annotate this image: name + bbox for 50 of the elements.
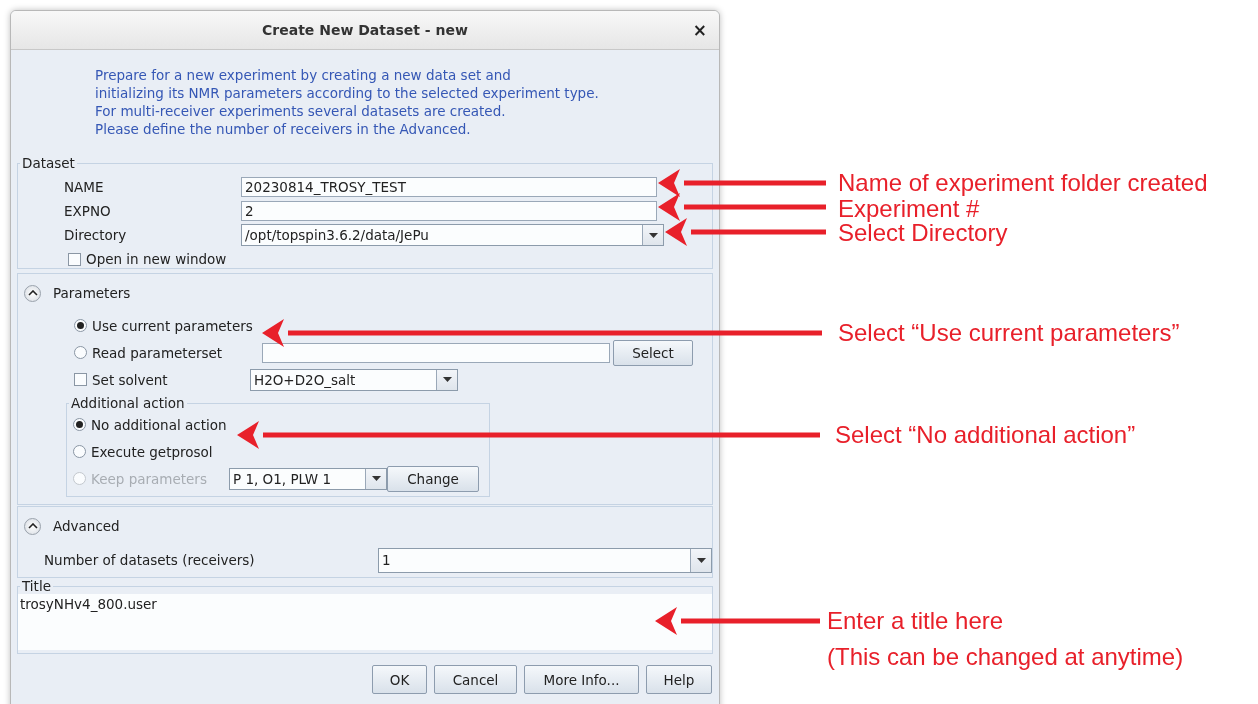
field-label: Directory: [63, 227, 128, 243]
field-label: Number of datasets (receivers): [43, 552, 256, 568]
field-label: NAME: [63, 179, 105, 195]
checkbox-option[interactable]: Set solvent: [74, 371, 250, 388]
solvent-dropdown[interactable]: H2O+D2O_salt: [250, 368, 458, 391]
radio-option[interactable]: Execute getprosol: [73, 443, 229, 460]
checkbox[interactable]: [68, 252, 81, 266]
radio-option[interactable]: No additional action: [73, 416, 229, 433]
checkbox[interactable]: [74, 373, 87, 386]
annotation-text: Name of experiment folder created: [838, 168, 1208, 198]
annotation-text: Enter a title here: [827, 606, 1005, 636]
chevron-icon: [27, 523, 38, 529]
annotation-text: Experiment #: [838, 195, 980, 224]
caret-icon: [696, 557, 706, 563]
group-legend: Title: [20, 578, 53, 594]
annotation-text: (This can be changed at anytime): [827, 642, 1184, 672]
dialog-button[interactable]: Cancel: [434, 665, 517, 694]
radio-button[interactable]: [74, 346, 87, 359]
annotation-text: Select “No additional action”: [835, 420, 1136, 450]
window-title: Create New Dataset - new: [262, 22, 468, 38]
radio-button[interactable]: [73, 418, 86, 431]
group-legend: Dataset: [20, 155, 77, 171]
collapse-button[interactable]: [24, 517, 41, 535]
caret-icon: [648, 232, 658, 238]
field-label: EXPNO: [63, 203, 112, 219]
caret-icon: [442, 377, 452, 382]
input-field[interactable]: [262, 342, 610, 363]
radio-button[interactable]: [74, 319, 87, 332]
input-field[interactable]: 20230814_TROSY_TEST: [241, 177, 657, 197]
dialog-button[interactable]: OK: [372, 665, 427, 694]
title-text-area[interactable]: trosyNHv4_800.user: [18, 594, 712, 650]
radio-option[interactable]: Use current parameters: [74, 317, 262, 334]
intro-text: Prepare for a new experiment by creating a new data set and initializing its NMR parameters according to the selected experiment type. For multi-receiver experiments several datasets are created. Please define the number of receivers in the Advanced.: [95, 66, 600, 138]
dialog-button[interactable]: More Info...: [524, 665, 639, 694]
collapse-button[interactable]: [24, 284, 41, 302]
annotation-text: Select “Use current parameters”: [838, 318, 1180, 348]
select-button[interactable]: Select: [613, 339, 693, 366]
chevron-icon: [27, 290, 38, 296]
checkbox-option[interactable]: Open in new window: [68, 251, 712, 267]
section-header: Advanced: [53, 518, 120, 534]
radio-button[interactable]: [73, 445, 86, 458]
radio-option[interactable]: Read parameterset: [74, 344, 262, 361]
receivers-dropdown[interactable]: 1: [378, 547, 712, 573]
input-field[interactable]: 2: [241, 201, 657, 221]
group-legend: Additional action: [69, 395, 187, 411]
section-header: Parameters: [53, 285, 131, 301]
caret-icon: [371, 476, 381, 481]
close-button[interactable]: ×: [690, 20, 709, 40]
dialog-button[interactable]: Help: [646, 665, 712, 694]
directory-dropdown[interactable]: /opt/topspin3.6.2/data/JePu: [241, 224, 664, 246]
